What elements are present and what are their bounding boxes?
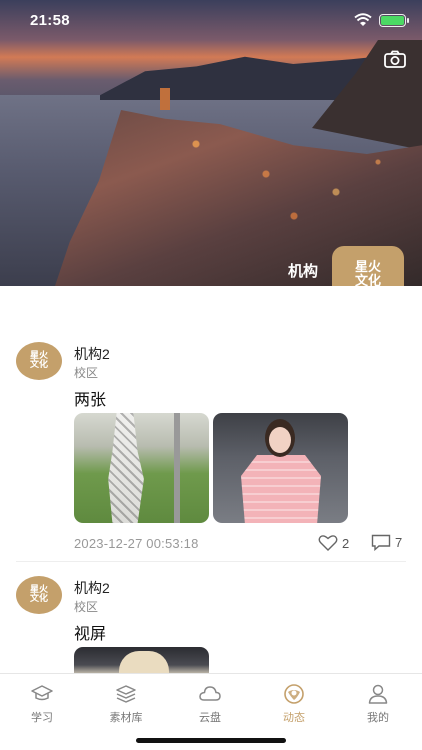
post-campus: 校区	[74, 366, 99, 380]
org-logo-line1: 星火	[354, 260, 381, 276]
layers-icon	[116, 685, 136, 703]
heart-icon	[318, 535, 338, 551]
tab-feed[interactable]: 动态	[252, 682, 336, 725]
wifi-icon	[354, 13, 372, 26]
tab-label: 云盘	[199, 712, 221, 724]
cloud-icon	[199, 686, 221, 701]
like-button[interactable]: 2	[318, 534, 349, 552]
comment-icon	[371, 534, 391, 551]
post-photo[interactable]	[213, 413, 348, 523]
avatar-line2: 文化	[29, 594, 48, 604]
post-timestamp: 2023-12-27 00:53:18	[74, 536, 199, 551]
tab-cloud[interactable]: 云盘	[168, 682, 252, 725]
tab-label: 我的	[367, 712, 389, 724]
comment-button[interactable]: 7	[371, 534, 402, 551]
avatar-line2: 文化	[29, 360, 48, 370]
post-photo[interactable]	[74, 413, 209, 523]
tab-label: 学习	[31, 712, 53, 724]
home-indicator[interactable]	[136, 738, 286, 743]
post-author[interactable]: 机构2	[74, 344, 110, 364]
comment-count: 7	[395, 535, 403, 550]
status-bar: 21:58	[0, 0, 422, 44]
graduation-cap-icon	[31, 685, 53, 701]
post-author[interactable]: 机构2	[74, 578, 110, 598]
like-count: 2	[342, 535, 350, 551]
tab-label: 动态	[283, 712, 305, 724]
avatar[interactable]: 星火 文化	[16, 342, 62, 380]
cover-tower	[160, 88, 170, 110]
post-campus: 校区	[74, 600, 99, 614]
tab-materials[interactable]: 素材库	[84, 682, 168, 725]
cover-lights	[140, 120, 420, 240]
post-divider	[16, 561, 406, 562]
post-video-thumbnail[interactable]	[74, 647, 209, 673]
org-name: 机构	[288, 263, 319, 280]
battery-icon	[379, 14, 409, 27]
tab-label: 素材库	[109, 712, 143, 724]
feed-list[interactable]: 星火 文化 机构2 校区 两张 2023-12-27 00:53:18 2 7 …	[0, 286, 422, 673]
post-text: 视屏	[74, 626, 107, 643]
status-time: 21:58	[30, 12, 70, 29]
tab-profile[interactable]: 我的	[336, 682, 420, 725]
post-text: 两张	[74, 392, 107, 409]
tab-study[interactable]: 学习	[0, 682, 84, 725]
avatar[interactable]: 星火 文化	[16, 576, 62, 614]
camera-icon[interactable]	[384, 50, 406, 68]
user-icon	[368, 684, 388, 704]
feed-icon	[284, 684, 304, 704]
